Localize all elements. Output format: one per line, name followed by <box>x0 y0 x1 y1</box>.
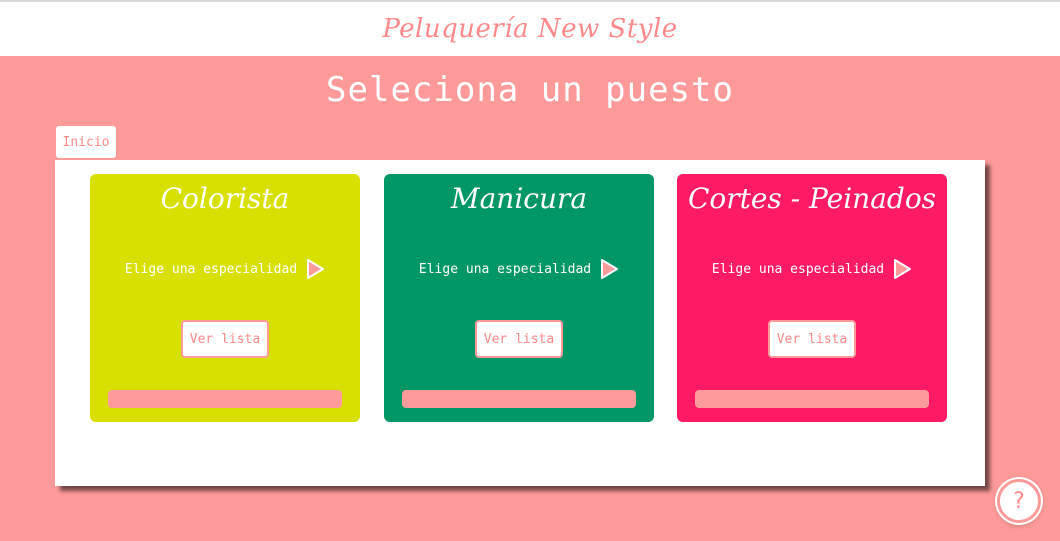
view-list-button[interactable]: Ver lista <box>475 320 563 358</box>
breadcrumb-home-link[interactable]: Inicio <box>56 126 116 158</box>
specialty-selector[interactable]: Elige una especialidad <box>90 258 360 280</box>
view-list-button[interactable]: Ver lista <box>181 320 269 358</box>
card-title: Cortes - Peinados <box>687 182 937 215</box>
help-button[interactable]: ? <box>997 479 1041 523</box>
specialty-label: Elige una especialidad <box>124 261 298 277</box>
status-bar <box>402 390 636 408</box>
page-title: Seleciona un puesto <box>326 70 734 110</box>
stations-panel: Colorista Elige una especialidad Ver lis… <box>55 160 985 486</box>
specialty-selector[interactable]: Elige una especialidad <box>677 258 947 280</box>
status-bar <box>695 390 929 408</box>
card-manicura: Manicura Elige una especialidad Ver list… <box>384 174 654 422</box>
specialty-label: Elige una especialidad <box>711 261 885 277</box>
play-icon[interactable] <box>599 258 619 280</box>
status-bar <box>108 390 342 408</box>
card-colorista: Colorista Elige una especialidad Ver lis… <box>90 174 360 422</box>
brand-logo[interactable]: Peluquería New Style <box>382 14 677 44</box>
play-icon[interactable] <box>305 258 325 280</box>
view-list-button[interactable]: Ver lista <box>768 320 856 358</box>
card-cortes-peinados: Cortes - Peinados Elige una especialidad… <box>677 174 947 422</box>
card-title: Manicura <box>450 182 588 215</box>
specialty-label: Elige una especialidad <box>418 261 592 277</box>
card-title: Colorista <box>160 182 290 215</box>
top-bar: Peluquería New Style <box>0 0 1060 56</box>
help-icon: ? <box>1013 488 1025 514</box>
play-icon[interactable] <box>892 258 912 280</box>
specialty-selector[interactable]: Elige una especialidad <box>384 258 654 280</box>
